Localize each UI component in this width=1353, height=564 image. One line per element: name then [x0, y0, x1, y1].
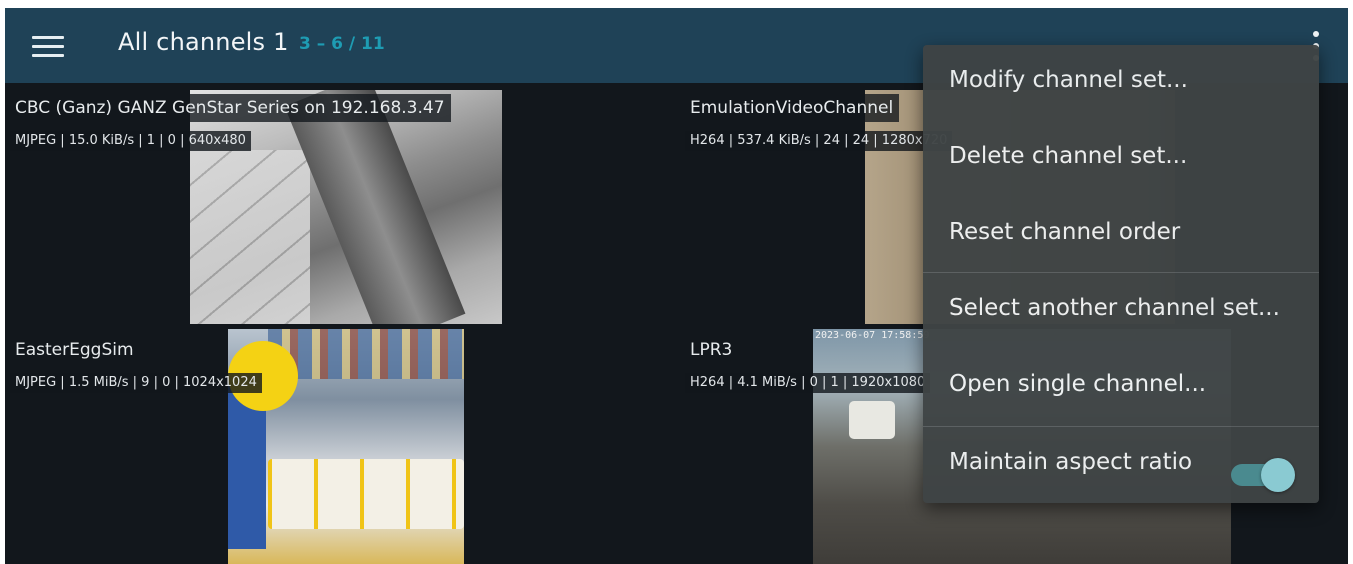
menu-item-label: Modify channel set... — [949, 67, 1188, 93]
menu-item-select-another-channel-set[interactable]: Select another channel set... — [923, 273, 1319, 349]
menu-item-maintain-aspect-ratio[interactable]: Maintain aspect ratio — [923, 427, 1319, 503]
app-window: All channels 1 3 – 6 / 11 CBC (Ganz) GAN… — [5, 8, 1348, 564]
overflow-menu: Modify channel set... Delete channel set… — [923, 45, 1319, 503]
hamburger-menu-icon[interactable] — [28, 32, 66, 60]
menu-item-label: Open single channel... — [949, 371, 1207, 397]
video-feed-eastereggsim — [228, 329, 464, 564]
menu-item-label: Select another channel set... — [949, 295, 1280, 321]
menu-item-reset-channel-order[interactable]: Reset channel order — [923, 197, 1319, 273]
channel-range-indicator: 3 – 6 / 11 — [299, 34, 385, 54]
channel-name-label: EasterEggSim — [10, 336, 140, 364]
aspect-ratio-toggle[interactable] — [1227, 458, 1295, 492]
menu-item-label: Maintain aspect ratio — [949, 449, 1193, 475]
channel-stats-label: H264 | 537.4 KiB/s | 24 | 24 | 1280x720 — [685, 131, 953, 151]
channel-tile-eastereggsim[interactable]: EasterEggSim MJPEG | 1.5 MiB/s | 9 | 0 |… — [5, 321, 675, 564]
channel-name-label: CBC (Ganz) GANZ GenStar Series on 192.16… — [10, 94, 451, 122]
menu-item-delete-channel-set[interactable]: Delete channel set... — [923, 121, 1319, 197]
menu-item-open-single-channel[interactable]: Open single channel... — [923, 349, 1319, 425]
menu-item-label: Reset channel order — [949, 219, 1181, 245]
menu-item-label: Delete channel set... — [949, 143, 1188, 169]
channel-stats-label: MJPEG | 1.5 MiB/s | 9 | 0 | 1024x1024 — [10, 373, 262, 393]
video-timestamp-overlay: 2023-06-07 17:58:59 — [815, 330, 930, 341]
page-title: All channels 1 — [118, 28, 289, 56]
channel-name-label: LPR3 — [685, 336, 739, 364]
video-feed-ganz — [190, 90, 502, 324]
channel-stats-label: MJPEG | 15.0 KiB/s | 1 | 0 | 640x480 — [10, 131, 251, 151]
channel-tile-ganz[interactable]: CBC (Ganz) GANZ GenStar Series on 192.16… — [5, 83, 675, 324]
channel-stats-label: H264 | 4.1 MiB/s | 0 | 1 | 1920x1080 — [685, 373, 931, 393]
menu-item-modify-channel-set[interactable]: Modify channel set... — [923, 45, 1319, 121]
toggle-thumb — [1261, 458, 1295, 492]
channel-name-label: EmulationVideoChannel — [685, 94, 900, 122]
